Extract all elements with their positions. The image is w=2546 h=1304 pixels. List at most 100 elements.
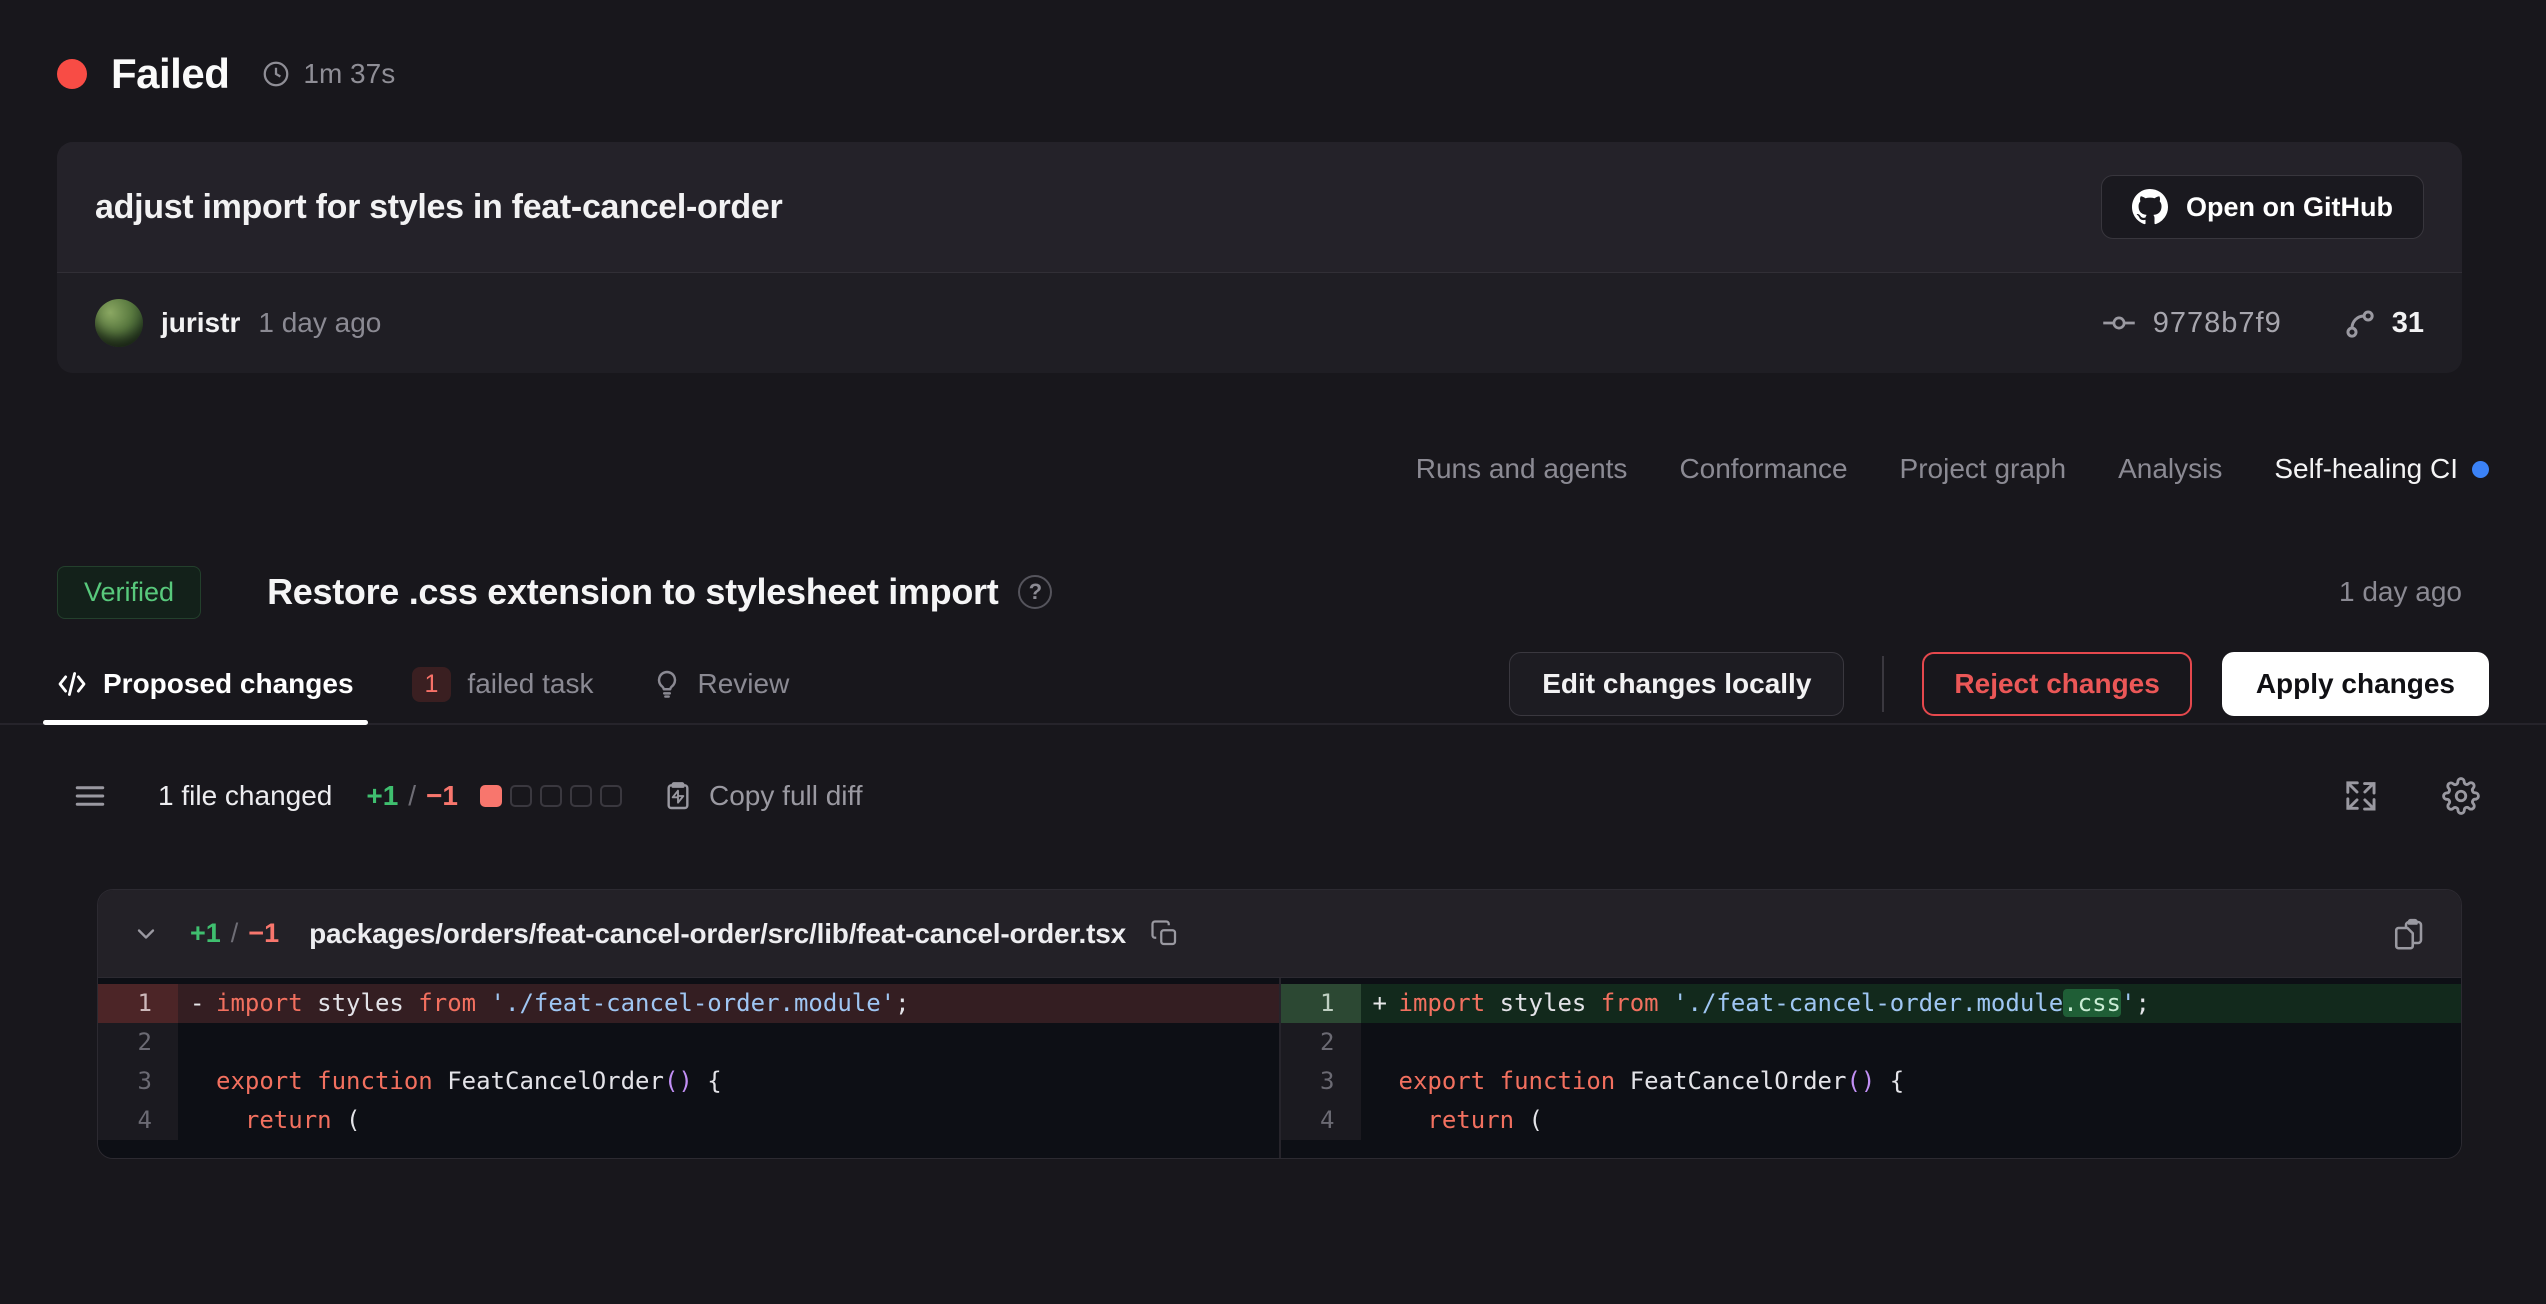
code-content: return (	[1399, 1101, 1544, 1140]
file-stats-separator: /	[231, 918, 239, 949]
diff-pane-after: 1+import styles from './feat-cancel-orde…	[1281, 978, 2462, 1158]
notification-dot	[2472, 461, 2489, 478]
tab-proposed-changes[interactable]: Proposed changes	[57, 645, 354, 723]
commit-time-ago: 1 day ago	[258, 307, 381, 339]
code-icon	[57, 669, 87, 699]
nav-item-label: Analysis	[2118, 453, 2222, 485]
tabs-left: Proposed changes 1failed task Review	[57, 645, 789, 723]
nav-item-label: Runs and agents	[1416, 453, 1628, 485]
fix-heading-row: Verified Restore .css extension to style…	[57, 561, 2462, 623]
nav-item-label: Conformance	[1679, 453, 1847, 485]
fix-title: Restore .css extension to stylesheet imp…	[267, 571, 998, 613]
line-number: 4	[98, 1101, 178, 1140]
line-number: 4	[1281, 1101, 1361, 1140]
apply-changes-button[interactable]: Apply changes	[2222, 652, 2489, 716]
diff-marker: -	[178, 984, 216, 1023]
diff-stats: +1 / −1	[366, 780, 458, 812]
nav-item-project-graph[interactable]: Project graph	[1900, 453, 2067, 485]
clipboard-icon	[662, 780, 694, 812]
diff-marker	[1361, 1101, 1399, 1140]
open-on-github-button[interactable]: Open on GitHub	[2101, 175, 2424, 239]
run-duration: 1m 37s	[261, 58, 395, 90]
commit-card: adjust import for styles in feat-cancel-…	[57, 142, 2462, 373]
tabs-row: Proposed changes 1failed task Review Edit …	[0, 645, 2546, 725]
before-code-line-3: 3export function FeatCancelOrder() {	[98, 1062, 1279, 1101]
commit-hash[interactable]: 9778b7f9	[2153, 307, 2282, 340]
diff-marker	[178, 1062, 216, 1101]
after-code-line-4: 4 return (	[1281, 1101, 2462, 1140]
code-content: import styles from './feat-cancel-order.…	[216, 984, 910, 1023]
diff-marker	[178, 1023, 216, 1062]
diff-split-view: 1-import styles from './feat-cancel-orde…	[98, 978, 2461, 1158]
nav-item-runs-and-agents[interactable]: Runs and agents	[1416, 453, 1628, 485]
branch-count[interactable]: 31	[2392, 307, 2424, 340]
nav-item-conformance[interactable]: Conformance	[1679, 453, 1847, 485]
line-number: 3	[1281, 1062, 1361, 1101]
failed-count-badge: 1	[412, 667, 452, 702]
copy-file-diff-icon[interactable]	[2391, 916, 2427, 952]
commit-title-row: adjust import for styles in feat-cancel-…	[57, 142, 2462, 272]
deletions-count: −1	[426, 780, 458, 812]
additions-count: +1	[366, 780, 398, 812]
nav-item-self-healing-ci[interactable]: Self-healing CI	[2274, 453, 2489, 485]
file-deletions-count: −1	[248, 918, 279, 949]
help-icon[interactable]: ?	[1018, 575, 1052, 609]
gear-icon[interactable]	[2442, 777, 2480, 815]
line-number: 1	[1281, 984, 1361, 1023]
chevron-down-icon[interactable]	[132, 920, 160, 948]
copy-path-icon[interactable]	[1150, 919, 1180, 949]
run-status-row: Failed 1m 37s	[57, 50, 2489, 98]
diff-panel: +1 / −1 packages/orders/feat-cancel-orde…	[97, 889, 2462, 1159]
copy-full-diff-label: Copy full diff	[709, 780, 863, 812]
code-content: import styles from './feat-cancel-order.…	[1399, 984, 2150, 1023]
tab-label: Review	[698, 668, 790, 700]
diff-pane-before: 1-import styles from './feat-cancel-orde…	[98, 978, 1281, 1158]
diff-marker: +	[1361, 984, 1399, 1023]
code-content: export function FeatCancelOrder() {	[1399, 1062, 1905, 1101]
diff-file-header: +1 / −1 packages/orders/feat-cancel-orde…	[98, 890, 2461, 978]
tab-failed-task[interactable]: 1failed task	[412, 645, 594, 723]
file-diff-stats: +1 / −1	[190, 918, 279, 949]
failed-status-dot	[57, 59, 87, 89]
tab-review[interactable]: Review	[652, 645, 790, 723]
fullscreen-icon[interactable]	[2342, 777, 2380, 815]
before-code-line-4: 4 return (	[98, 1101, 1279, 1140]
avatar[interactable]	[95, 299, 143, 347]
button-divider	[1882, 656, 1884, 712]
after-code-line-1: 1+import styles from './feat-cancel-orde…	[1281, 984, 2462, 1023]
verified-badge: Verified	[57, 566, 201, 619]
file-list-menu-icon[interactable]	[72, 778, 108, 814]
after-code-line-2: 2	[1281, 1023, 2462, 1062]
diff-block	[600, 785, 622, 807]
nav-item-label: Project graph	[1900, 453, 2067, 485]
line-number: 1	[98, 984, 178, 1023]
open-on-github-label: Open on GitHub	[2186, 192, 2393, 223]
diff-marker	[178, 1101, 216, 1140]
nav-links: Runs and agents Conformance Project graph A…	[57, 445, 2489, 493]
nav-item-analysis[interactable]: Analysis	[2118, 453, 2222, 485]
diff-marker	[1361, 1062, 1399, 1101]
tab-label: Proposed changes	[103, 668, 354, 700]
copy-full-diff-button[interactable]: Copy full diff	[662, 780, 863, 812]
diff-blocks	[480, 785, 622, 807]
diff-block	[540, 785, 562, 807]
file-additions-count: +1	[190, 918, 221, 949]
run-duration-value: 1m 37s	[303, 58, 395, 90]
diff-block	[480, 785, 502, 807]
nav-item-label: Self-healing CI	[2274, 453, 2458, 485]
clock-icon	[261, 59, 291, 89]
stats-separator: /	[408, 780, 416, 812]
before-code-line-2: 2	[98, 1023, 1279, 1062]
edit-changes-locally-button[interactable]: Edit changes locally	[1509, 652, 1844, 716]
diff-block	[510, 785, 532, 807]
reject-changes-button[interactable]: Reject changes	[1922, 652, 2191, 716]
github-icon	[2132, 189, 2168, 225]
after-code-line-3: 3 export function FeatCancelOrder() {	[1281, 1062, 2462, 1101]
line-number: 3	[98, 1062, 178, 1101]
commit-icon	[2101, 305, 2137, 341]
line-number: 2	[1281, 1023, 1361, 1062]
files-changed-label: 1 file changed	[158, 780, 332, 812]
diff-marker	[1361, 1023, 1399, 1062]
branch-icon	[2342, 306, 2376, 340]
author-name: juristr	[161, 307, 240, 339]
